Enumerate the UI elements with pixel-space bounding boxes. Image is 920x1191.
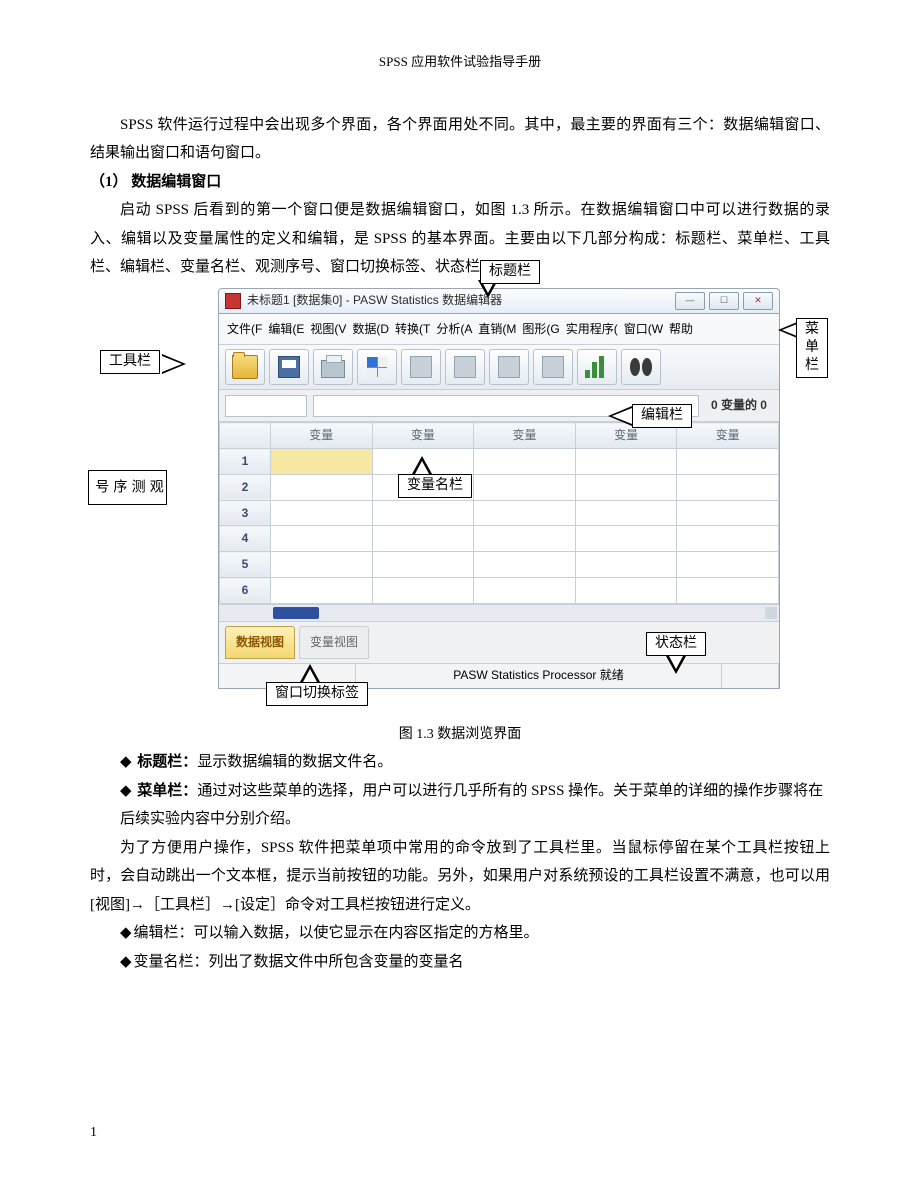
table-row: 2 [220, 474, 779, 500]
edit-bar: 0 变量的 0 [219, 390, 779, 422]
table-row: 3 [220, 500, 779, 526]
menu-view[interactable]: 视图(V [308, 317, 348, 342]
bullet-menu-bar: 菜单栏：通过对这些菜单的选择，用户可以进行几乎所有的 SPSS 操作。关于菜单的… [120, 777, 830, 834]
row-number[interactable]: 5 [220, 552, 271, 578]
menu-file[interactable]: 文件(F [225, 317, 264, 342]
minimize-button[interactable]: — [675, 292, 705, 310]
callout-title-bar: 标题栏 [480, 260, 540, 284]
bullet-edit-bar: 编辑栏：可以输入数据，以使它显示在内容区指定的方格里。 [120, 919, 830, 948]
column-header[interactable]: 变量 [474, 423, 576, 449]
data-grid[interactable]: 变量 变量 变量 变量 变量 1 2 3 4 5 6 [219, 422, 779, 621]
variable-count-label: 0 变量的 0 [705, 394, 773, 417]
document-header: SPSS 应用软件试验指导手册 [90, 50, 830, 75]
column-header[interactable]: 变量 [372, 423, 474, 449]
menu-help[interactable]: 帮助 [667, 317, 695, 342]
page-number: 1 [90, 1120, 97, 1147]
row-number[interactable]: 6 [220, 578, 271, 604]
row-number[interactable]: 1 [220, 449, 271, 475]
section-1-paragraph: 启动 SPSS 后看到的第一个窗口便是数据编辑窗口，如图 1.3 所示。在数据编… [90, 196, 830, 282]
toolbar-paragraph: 为了方便用户操作，SPSS 软件把菜单项中常用的命令放到了工具栏里。当鼠标停留在… [90, 834, 830, 920]
menu-edit[interactable]: 编辑(E [266, 317, 306, 342]
menu-utilities[interactable]: 实用程序( [564, 317, 620, 342]
dialog-recall-button[interactable] [357, 349, 397, 385]
bullet-title-bar: 标题栏：显示数据编辑的数据文件名。 [120, 748, 830, 777]
save-button[interactable] [269, 349, 309, 385]
menu-direct[interactable]: 直销(M [476, 317, 518, 342]
menu-window[interactable]: 窗口(W [622, 317, 665, 342]
app-icon [225, 293, 241, 309]
menu-analyze[interactable]: 分析(A [434, 317, 474, 342]
tab-variable-view[interactable]: 变量视图 [299, 626, 369, 659]
grid-corner [220, 423, 271, 449]
row-number[interactable]: 4 [220, 526, 271, 552]
spss-window: 未标题1 [数据集0] - PASW Statistics 数据编辑器 — ☐ … [218, 288, 780, 689]
chart-button[interactable] [577, 349, 617, 385]
menu-graphs[interactable]: 图形(G [520, 317, 561, 342]
window-titlebar[interactable]: 未标题1 [数据集0] - PASW Statistics 数据编辑器 — ☐ … [219, 289, 779, 314]
horizontal-scrollbar[interactable] [219, 604, 779, 621]
cell-reference-input[interactable] [225, 395, 307, 417]
column-header[interactable]: 变量 [677, 423, 779, 449]
tool-bar [219, 345, 779, 390]
column-header[interactable]: 变量 [271, 423, 373, 449]
window-title-text: 未标题1 [数据集0] - PASW Statistics 数据编辑器 [247, 289, 669, 312]
table-row: 5 [220, 552, 779, 578]
tab-data-view[interactable]: 数据视图 [225, 626, 295, 659]
print-button[interactable] [313, 349, 353, 385]
find-button[interactable] [621, 349, 661, 385]
figure-caption: 图 1.3 数据浏览界面 [90, 722, 830, 749]
maximize-button[interactable]: ☐ [709, 292, 739, 310]
intro-paragraph: SPSS 软件运行过程中会出现多个界面，各个界面用处不同。其中，最主要的界面有三… [90, 111, 830, 168]
callout-status-bar: 状态栏 [646, 632, 706, 656]
open-button[interactable] [225, 349, 265, 385]
callout-menu-bar: 菜单栏 [796, 318, 828, 379]
table-row: 4 [220, 526, 779, 552]
table-row: 6 [220, 578, 779, 604]
callout-tool-bar: 工具栏 [100, 350, 160, 374]
row-number[interactable]: 2 [220, 474, 271, 500]
callout-row-num: 观测序号 [88, 470, 167, 505]
menu-transform[interactable]: 转换(T [393, 317, 432, 342]
callout-edit-bar: 编辑栏 [632, 404, 692, 428]
close-button[interactable]: ✕ [743, 292, 773, 310]
menu-data[interactable]: 数据(D [350, 317, 391, 342]
variables-button[interactable] [533, 349, 573, 385]
row-number[interactable]: 3 [220, 500, 271, 526]
bullet-varname-bar: 变量名栏：列出了数据文件中所包含变量的变量名 [120, 948, 830, 977]
callout-view-tabs: 窗口切换标签 [266, 682, 368, 706]
undo-button[interactable] [401, 349, 441, 385]
goto-button[interactable] [489, 349, 529, 385]
section-1-title: （1） 数据编辑窗口 [90, 168, 830, 197]
menu-bar: 文件(F 编辑(E 视图(V 数据(D 转换(T 分析(A 直销(M 图形(G … [219, 314, 779, 346]
cell-selected[interactable] [271, 449, 373, 475]
redo-button[interactable] [445, 349, 485, 385]
callout-varname-bar: 变量名栏 [398, 474, 472, 498]
table-row: 1 [220, 449, 779, 475]
